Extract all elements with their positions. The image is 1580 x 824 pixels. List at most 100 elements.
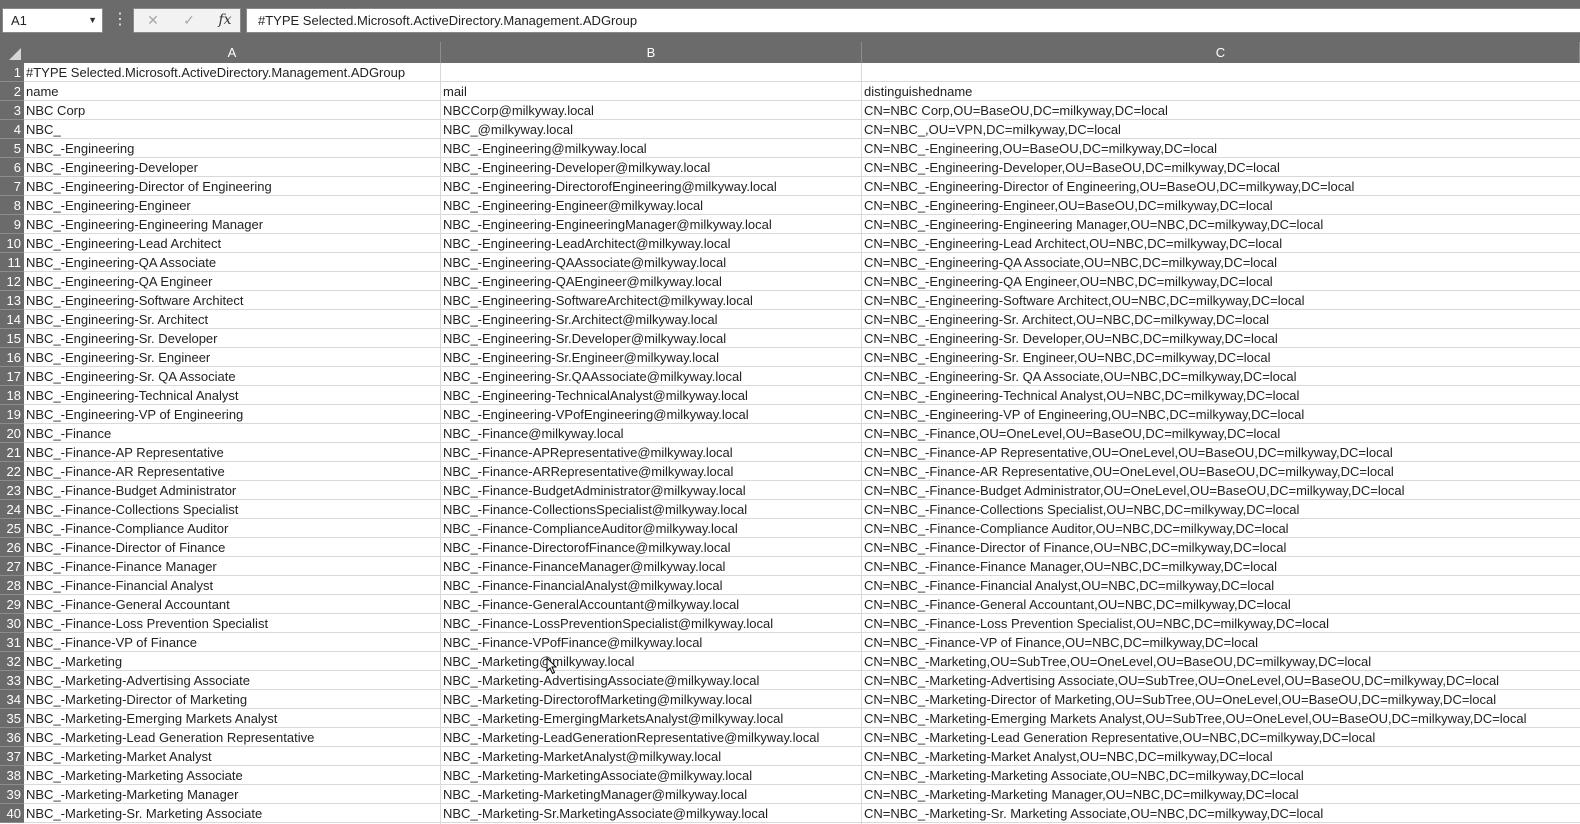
cell-a[interactable]: NBC_-Marketing-Director of Marketing — [24, 690, 441, 709]
row-header[interactable]: 2 — [0, 82, 24, 101]
row-header[interactable]: 36 — [0, 728, 24, 747]
cell-c[interactable]: CN=NBC_-Marketing-Advertising Associate,… — [862, 671, 1580, 690]
cell-b[interactable]: NBC_-Finance-APRepresentative@milkyway.l… — [441, 443, 862, 462]
cell-a[interactable]: NBC_-Finance — [24, 424, 441, 443]
select-all-button[interactable] — [0, 42, 24, 63]
cell-a[interactable]: NBC_-Engineering-Technical Analyst — [24, 386, 441, 405]
cell-a[interactable]: NBC_-Marketing — [24, 652, 441, 671]
cell-a[interactable]: NBC_-Marketing-Marketing Associate — [24, 766, 441, 785]
row-header[interactable]: 15 — [0, 329, 24, 348]
cell-b[interactable]: NBC_-Engineering-DirectorofEngineering@m… — [441, 177, 862, 196]
cell-b[interactable]: NBC_-Engineering-QAAssociate@milkyway.lo… — [441, 253, 862, 272]
cancel-icon[interactable]: ✕ — [138, 9, 168, 32]
cell-c[interactable]: CN=NBC_-Engineering-Director of Engineer… — [862, 177, 1580, 196]
cell-b[interactable]: NBC_-Engineering-Sr.Developer@milkyway.l… — [441, 329, 862, 348]
cell-c[interactable]: CN=NBC Corp,OU=BaseOU,DC=milkyway,DC=loc… — [862, 101, 1580, 120]
row-header[interactable]: 12 — [0, 272, 24, 291]
cell-b[interactable]: NBC_-Engineering-LeadArchitect@milkyway.… — [441, 234, 862, 253]
cell-c[interactable]: CN=NBC_-Engineering-Engineering Manager,… — [862, 215, 1580, 234]
cell-b[interactable]: NBC_-Marketing-Sr.MarketingAssociate@mil… — [441, 804, 862, 823]
cell-b[interactable]: NBC_-Engineering-QAEngineer@milkyway.loc… — [441, 272, 862, 291]
row-header[interactable]: 5 — [0, 139, 24, 158]
cell-b[interactable]: NBC_-Finance-BudgetAdministrator@milkywa… — [441, 481, 862, 500]
cell-a[interactable]: NBC_-Engineering-VP of Engineering — [24, 405, 441, 424]
cell-a[interactable]: NBC_-Marketing-Sr. Marketing Associate — [24, 804, 441, 823]
cell-a[interactable]: NBC_-Engineering-Sr. Developer — [24, 329, 441, 348]
row-header[interactable]: 8 — [0, 196, 24, 215]
cell-c[interactable]: CN=NBC_-Finance-General Accountant,OU=NB… — [862, 595, 1580, 614]
cell-b[interactable]: NBC_-Finance-ARRepresentative@milkyway.l… — [441, 462, 862, 481]
cell-b[interactable]: NBC_-Engineering-Sr.Architect@milkyway.l… — [441, 310, 862, 329]
cell-a[interactable]: NBC_-Finance-AR Representative — [24, 462, 441, 481]
row-header[interactable]: 27 — [0, 557, 24, 576]
cell-a[interactable]: NBC_-Marketing-Lead Generation Represent… — [24, 728, 441, 747]
cell-c[interactable]: CN=NBC_-Marketing-Director of Marketing,… — [862, 690, 1580, 709]
row-header[interactable]: 7 — [0, 177, 24, 196]
cell-b[interactable]: NBC_-Engineering@milkyway.local — [441, 139, 862, 158]
cell-c[interactable]: CN=NBC_-Finance-VP of Finance,OU=NBC,DC=… — [862, 633, 1580, 652]
cell-b[interactable]: mail — [441, 82, 862, 101]
row-header[interactable]: 21 — [0, 443, 24, 462]
cell-a[interactable]: NBC_-Engineering-Engineer — [24, 196, 441, 215]
cell-c[interactable]: CN=NBC_-Finance-Collections Specialist,O… — [862, 500, 1580, 519]
cell-b[interactable]: NBC_-Engineering-Sr.Engineer@milkyway.lo… — [441, 348, 862, 367]
row-header[interactable]: 25 — [0, 519, 24, 538]
cell-c[interactable]: CN=NBC_-Engineering,OU=BaseOU,DC=milkywa… — [862, 139, 1580, 158]
cell-a[interactable]: NBC_-Marketing-Advertising Associate — [24, 671, 441, 690]
cell-a[interactable]: name — [24, 82, 441, 101]
cell-c[interactable]: CN=NBC_-Engineering-VP of Engineering,OU… — [862, 405, 1580, 424]
cell-b[interactable]: NBC_-Finance-FinanceManager@milkyway.loc… — [441, 557, 862, 576]
column-header-b[interactable]: B — [441, 42, 862, 63]
row-header[interactable]: 11 — [0, 253, 24, 272]
row-header[interactable]: 32 — [0, 652, 24, 671]
cell-c[interactable]: CN=NBC_-Engineering-QA Engineer,OU=NBC,D… — [862, 272, 1580, 291]
more-options-icon[interactable]: ⋮ — [112, 8, 128, 33]
cell-a[interactable]: NBC_-Engineering-QA Associate — [24, 253, 441, 272]
cell-b[interactable]: NBC_-Marketing-EmergingMarketsAnalyst@mi… — [441, 709, 862, 728]
cell-a[interactable]: NBC_-Engineering-Sr. QA Associate — [24, 367, 441, 386]
formula-input[interactable]: #TYPE Selected.Microsoft.ActiveDirectory… — [246, 8, 1580, 33]
cell-b[interactable]: NBC_-Engineering-Sr.QAAssociate@milkyway… — [441, 367, 862, 386]
row-header[interactable]: 38 — [0, 766, 24, 785]
cell-c[interactable]: CN=NBC_-Finance-Finance Manager,OU=NBC,D… — [862, 557, 1580, 576]
cell-c[interactable]: CN=NBC_-Marketing-Lead Generation Repres… — [862, 728, 1580, 747]
cell-b[interactable]: NBC_-Finance-DirectorofFinance@milkyway.… — [441, 538, 862, 557]
cell-b[interactable]: NBCCorp@milkyway.local — [441, 101, 862, 120]
cell-a[interactable]: NBC_-Finance-Compliance Auditor — [24, 519, 441, 538]
cell-b[interactable]: NBC_-Marketing-LeadGenerationRepresentat… — [441, 728, 862, 747]
row-header[interactable]: 26 — [0, 538, 24, 557]
cell-c[interactable]: CN=NBC_-Finance-AP Representative,OU=One… — [862, 443, 1580, 462]
cell-b[interactable]: NBC_-Marketing@milkyway.local — [441, 652, 862, 671]
cell-b[interactable]: NBC_-Engineering-VPofEngineering@milkywa… — [441, 405, 862, 424]
cell-a[interactable]: NBC_-Marketing-Market Analyst — [24, 747, 441, 766]
cell-a[interactable]: NBC_-Finance-AP Representative — [24, 443, 441, 462]
cell-c[interactable]: CN=NBC_-Engineering-QA Associate,OU=NBC,… — [862, 253, 1580, 272]
row-header[interactable]: 14 — [0, 310, 24, 329]
row-header[interactable]: 30 — [0, 614, 24, 633]
cell-c[interactable]: CN=NBC_-Marketing-Market Analyst,OU=NBC,… — [862, 747, 1580, 766]
cell-c[interactable]: CN=NBC_-Marketing-Sr. Marketing Associat… — [862, 804, 1580, 823]
row-header[interactable]: 29 — [0, 595, 24, 614]
row-header[interactable]: 23 — [0, 481, 24, 500]
cell-b[interactable]: NBC_-Engineering-TechnicalAnalyst@milkyw… — [441, 386, 862, 405]
cell-a[interactable]: NBC_-Finance-Collections Specialist — [24, 500, 441, 519]
cell-b[interactable]: NBC_@milkyway.local — [441, 120, 862, 139]
cell-b[interactable]: NBC_-Finance-ComplianceAuditor@milkyway.… — [441, 519, 862, 538]
cell-c[interactable]: CN=NBC_-Engineering-Sr. Architect,OU=NBC… — [862, 310, 1580, 329]
row-header[interactable]: 22 — [0, 462, 24, 481]
cell-b[interactable]: NBC_-Marketing-DirectorofMarketing@milky… — [441, 690, 862, 709]
cell-c[interactable]: CN=NBC_-Engineering-Sr. Developer,OU=NBC… — [862, 329, 1580, 348]
cell-b[interactable]: NBC_-Marketing-MarketingAssociate@milkyw… — [441, 766, 862, 785]
cell-a[interactable]: NBC_-Finance-Finance Manager — [24, 557, 441, 576]
cell-a[interactable]: NBC_-Engineering — [24, 139, 441, 158]
cell-b[interactable]: NBC_-Finance-CollectionsSpecialist@milky… — [441, 500, 862, 519]
row-header[interactable]: 37 — [0, 747, 24, 766]
cell-a[interactable]: NBC_-Engineering-Sr. Engineer — [24, 348, 441, 367]
cell-c[interactable] — [862, 63, 1580, 82]
insert-function-icon[interactable]: fx — [210, 9, 240, 32]
row-header[interactable]: 9 — [0, 215, 24, 234]
cell-a[interactable]: NBC_-Marketing-Marketing Manager — [24, 785, 441, 804]
cell-a[interactable]: NBC_-Engineering-Lead Architect — [24, 234, 441, 253]
cell-b[interactable]: NBC_-Engineering-Developer@milkyway.loca… — [441, 158, 862, 177]
cell-c[interactable]: CN=NBC_-Finance-Loss Prevention Speciali… — [862, 614, 1580, 633]
